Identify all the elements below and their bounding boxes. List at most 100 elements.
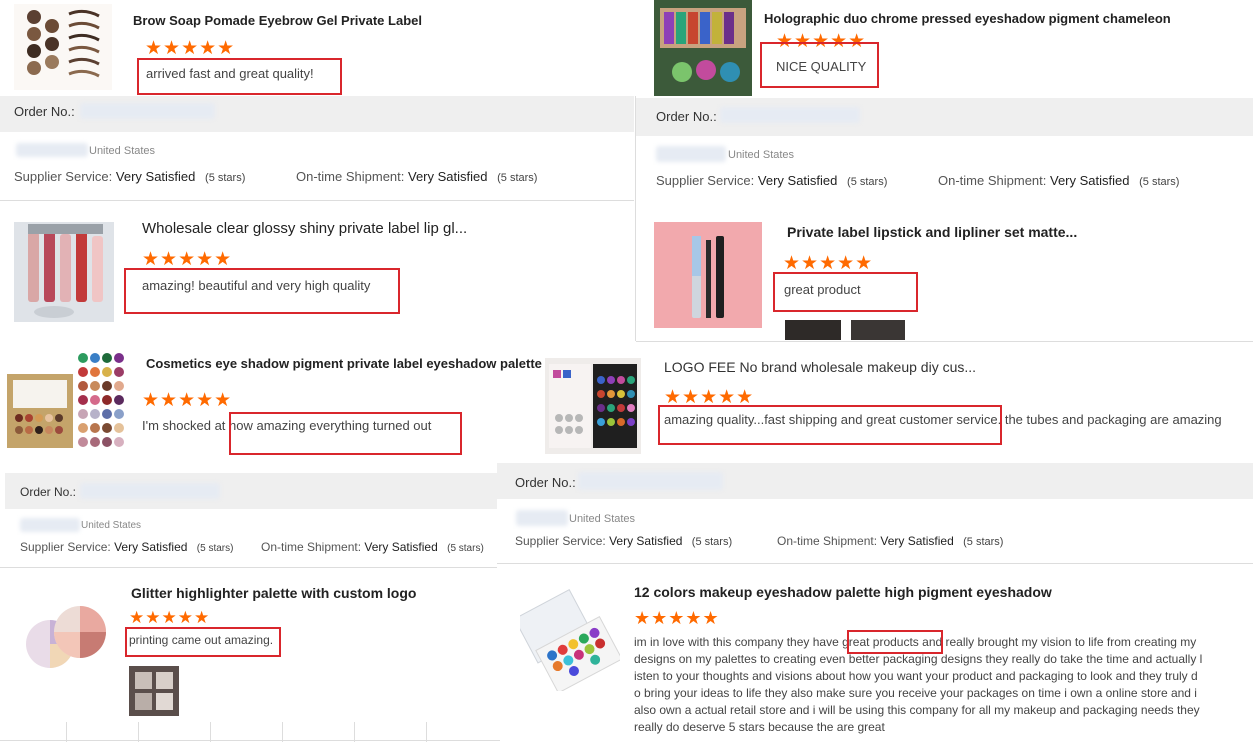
- product-thumb-holographic[interactable]: [654, 0, 752, 96]
- shipment-stars: (5 stars): [447, 543, 484, 554]
- shipment-value: Very Satisfied: [364, 540, 438, 554]
- supplier-service-value: Very Satisfied: [609, 534, 683, 548]
- rating-stars: ★★★★★: [145, 38, 236, 59]
- supplier-service-rating: Supplier Service: Very Satisfied (5 star…: [14, 169, 245, 184]
- divider: [0, 567, 497, 568]
- table-grid-line: [0, 740, 500, 741]
- table-grid-line: [138, 722, 139, 742]
- shipment-value: Very Satisfied: [408, 169, 488, 184]
- makeup-palette-image: [545, 358, 641, 454]
- review-text-line: designs on my palettes to creating even …: [634, 652, 1203, 666]
- table-grid-line: [66, 722, 67, 742]
- supplier-service-label: Supplier Service:: [515, 534, 606, 548]
- product-title[interactable]: LOGO FEE No brand wholesale makeup diy c…: [664, 359, 976, 375]
- product-title[interactable]: 12 colors makeup eyeshadow palette high …: [634, 584, 1052, 600]
- supplier-service-stars: (5 stars): [205, 172, 246, 184]
- review-highlight-box: [124, 268, 400, 314]
- product-thumb-makeup-palette[interactable]: [545, 358, 641, 454]
- rating-stars: ★★★★★: [129, 608, 211, 627]
- review-text-part: I'm shocked at: [142, 418, 230, 433]
- vertical-divider: [635, 96, 636, 341]
- product-thumb-lip-gloss[interactable]: [14, 222, 114, 322]
- highlighter-palette-image: [20, 600, 116, 676]
- supplier-service-label: Supplier Service:: [14, 169, 113, 184]
- product-title[interactable]: Brow Soap Pomade Eyebrow Gel Private Lab…: [133, 13, 422, 28]
- review-text-line: also own a actual retail store and i wil…: [634, 703, 1200, 717]
- eyeshadow-palette-image: [5, 350, 140, 465]
- order-number-label: Order No.:: [515, 475, 576, 490]
- review-text-line: really do deserve 5 stars because the ar…: [634, 720, 885, 734]
- buyer-name-redacted: [20, 518, 80, 532]
- shipment-label: On-time Shipment:: [777, 534, 878, 548]
- product-thumb-highlighter[interactable]: [20, 600, 116, 676]
- shipment-rating: On-time Shipment: Very Satisfied (5 star…: [938, 173, 1179, 188]
- supplier-service-value: Very Satisfied: [115, 169, 196, 184]
- product-title[interactable]: Wholesale clear glossy shiny private lab…: [142, 220, 467, 237]
- shipment-value: Very Satisfied: [880, 534, 954, 548]
- supplier-service-rating: Supplier Service: Very Satisfied (5 star…: [20, 540, 233, 554]
- review-highlight-box: [847, 630, 943, 654]
- supplier-service-rating: Supplier Service: Very Satisfied (5 star…: [656, 173, 887, 188]
- product-title[interactable]: Cosmetics eye shadow pigment private lab…: [146, 356, 542, 371]
- rating-stars: ★★★★★: [142, 390, 233, 411]
- review-highlight-box: [125, 627, 281, 657]
- review-text-line: isten to your thoughts and visions about…: [634, 669, 1198, 683]
- order-number-redacted: [80, 103, 215, 119]
- holographic-swatches-image: [654, 0, 752, 96]
- buyer-country: United States: [89, 145, 156, 157]
- shipment-rating: On-time Shipment: Very Satisfied (5 star…: [261, 540, 484, 554]
- supplier-service-stars: (5 stars): [196, 543, 234, 554]
- supplier-service-value: Very Satisfied: [757, 173, 838, 188]
- divider: [636, 341, 1253, 342]
- review-highlight-box: [137, 58, 342, 95]
- table-grid-line: [426, 722, 427, 742]
- supplier-service-stars: (5 stars): [691, 536, 733, 548]
- review-photo-thumb[interactable]: [129, 666, 179, 716]
- product-thumb-lipstick-set[interactable]: [654, 222, 762, 328]
- product-title[interactable]: Holographic duo chrome pressed eyeshadow…: [764, 11, 1171, 26]
- product-thumb-12-color-palette[interactable]: [520, 585, 620, 691]
- shipment-stars: (5 stars): [497, 172, 538, 184]
- buyer-name-redacted: [656, 146, 726, 162]
- table-grid-line: [282, 722, 283, 742]
- lip-gloss-image: [14, 222, 114, 322]
- buyer-country: United States: [569, 513, 636, 525]
- shipment-stars: (5 stars): [963, 536, 1004, 548]
- divider: [497, 563, 1253, 564]
- table-grid-line: [354, 722, 355, 742]
- order-number-redacted: [80, 483, 220, 499]
- shipment-stars: (5 stars): [1139, 176, 1180, 188]
- supplier-service-value: Very Satisfied: [114, 540, 188, 554]
- product-title[interactable]: Private label lipstick and lipliner set …: [787, 224, 1077, 240]
- lipstick-set-image: [654, 222, 762, 328]
- review-photo-thumb[interactable]: [785, 320, 841, 340]
- order-number-redacted: [578, 472, 723, 490]
- review-photo-image: [129, 666, 179, 716]
- buyer-name-redacted: [16, 143, 88, 157]
- product-thumb-brow-pomade[interactable]: [14, 4, 112, 90]
- order-number-label: Order No.:: [14, 104, 75, 119]
- supplier-service-stars: (5 stars): [847, 176, 888, 188]
- supplier-service-label: Supplier Service:: [20, 540, 111, 554]
- shipment-rating: On-time Shipment: Very Satisfied (5 star…: [296, 169, 537, 184]
- supplier-service-label: Supplier Service:: [656, 173, 755, 188]
- product-thumb-eyeshadow-palette[interactable]: [5, 350, 140, 465]
- order-number-redacted: [720, 107, 860, 123]
- review-highlight-box: [229, 412, 462, 455]
- order-number-label: Order No.:: [20, 485, 77, 499]
- rating-stars: ★★★★★: [634, 608, 720, 628]
- supplier-service-rating: Supplier Service: Very Satisfied (5 star…: [515, 534, 732, 548]
- buyer-name-redacted: [516, 510, 568, 526]
- review-photo-thumb[interactable]: [851, 320, 905, 340]
- review-text-line: o bring your ideas to life they also mak…: [634, 686, 1197, 700]
- product-title[interactable]: Glitter highlighter palette with custom …: [131, 585, 416, 601]
- shipment-label: On-time Shipment:: [296, 169, 405, 184]
- shipment-label: On-time Shipment:: [261, 540, 362, 554]
- order-bar: [5, 473, 497, 509]
- buyer-country: United States: [728, 149, 795, 161]
- 12-color-palette-image: [520, 585, 620, 691]
- brow-kit-image: [14, 4, 112, 90]
- review-text-part: the tubes and packaging are amazing: [1004, 412, 1222, 427]
- order-number-label: Order No.:: [656, 109, 717, 124]
- shipment-rating: On-time Shipment: Very Satisfied (5 star…: [777, 534, 1003, 548]
